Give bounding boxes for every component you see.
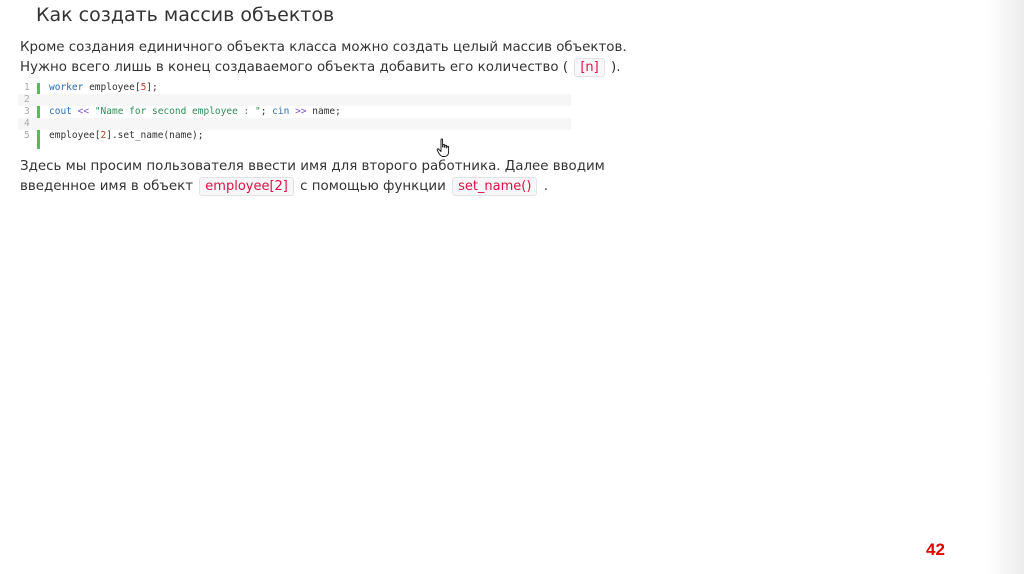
code-text: worker employee[5]; [49,82,158,94]
intro-paragraph: Кроме создания единичного объекта класса… [20,38,627,77]
slide: Как создать массив объектов Кроме создан… [0,0,1024,574]
intro-line-2: Нужно всего лишь в конец создаваемого об… [20,57,627,78]
code-line-5: 5 employee[2].set_name(name); [18,130,571,142]
code-token: ]; [146,82,158,93]
code-token: ].set_name( [106,130,170,141]
code-token: employee [49,130,95,141]
code-token: cout [49,106,72,117]
explanation-line-1: Здесь мы просим пользователя ввести имя … [20,159,605,174]
explanation-line-2-middle: с помощью функции [300,178,446,194]
code-token: cin [272,106,290,117]
explanation-line-2: введенное имя в объект employee[2] с пом… [20,176,605,197]
line-number: 4 [24,118,30,129]
inline-code-set-name: set_name() [452,176,538,196]
line-number: 2 [24,94,30,105]
line-number: 1 [24,82,30,93]
code-line-4: 4 [18,118,571,130]
code-text: cout << "Name for second employee : "; c… [49,106,341,118]
code-token: << [77,106,90,117]
code-block: 1 worker employee[5]; 2 3 cout << "Name … [18,82,571,149]
explanation-paragraph: Здесь мы просим пользователя ввести имя … [20,157,605,196]
code-line-3: 3 cout << "Name for second employee : ";… [18,106,571,118]
code-token: ; [260,106,267,117]
code-token: employee [89,82,135,93]
code-text: employee[2].set_name(name); [49,130,204,142]
explanation-line-2-end: . [543,178,548,194]
intro-line-2-text: Нужно всего лишь в конец создаваемого об… [20,59,569,75]
code-token: >> [295,106,307,117]
page-number: 42 [926,540,945,559]
code-token: "Name for second employee : " [94,106,261,117]
code-token: worker [49,82,84,93]
code-token: name [169,130,193,141]
code-line-1: 1 worker employee[5]; [18,82,571,94]
line-number: 5 [24,130,30,141]
code-line-2: 2 [18,94,571,106]
code-token: ); [192,130,204,141]
inline-code-n: [n] [574,57,605,77]
intro-line-2-end: ). [610,59,621,75]
hand-pointer-icon [436,138,452,158]
inline-code-employee: employee[2] [199,176,294,196]
explanation-line-2-text: введенное имя в объект [20,178,194,194]
code-token: ; [335,106,341,117]
intro-line-1: Кроме создания единичного объекта класса… [20,40,627,55]
code-token: name [312,106,336,117]
page-title: Как создать массив объектов [36,4,335,26]
line-number: 3 [24,106,30,117]
slide-edge-shadow [988,0,1024,574]
